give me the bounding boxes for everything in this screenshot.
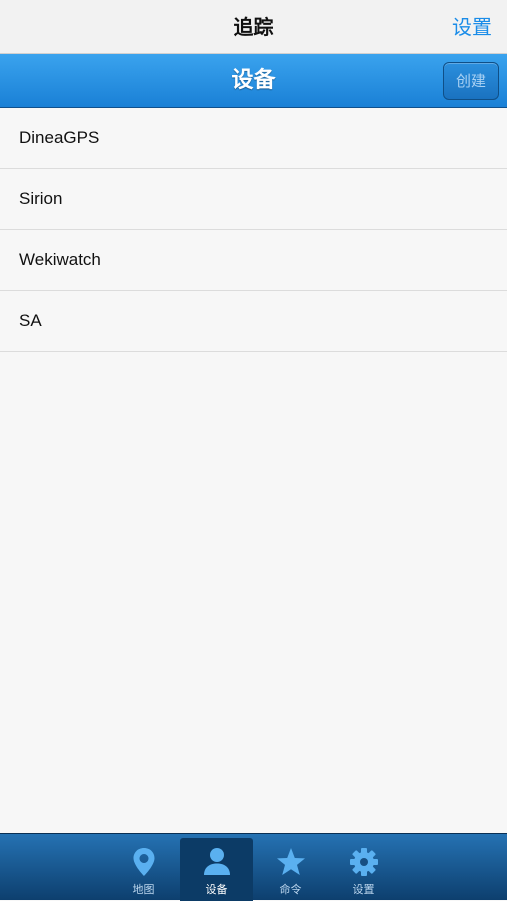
- device-list-item[interactable]: SA: [0, 291, 507, 352]
- tab-devices[interactable]: 设备: [180, 838, 253, 901]
- settings-link[interactable]: 设置: [452, 0, 492, 54]
- app-title: 追踪: [233, 15, 274, 39]
- gear-icon: [349, 848, 378, 876]
- device-list-item[interactable]: DineaGPS: [0, 108, 507, 169]
- page-title: 设备: [231, 68, 276, 93]
- tab-settings[interactable]: 设置: [327, 838, 400, 901]
- section-header: 设备 创建: [0, 54, 507, 108]
- tab-map[interactable]: 地图: [107, 838, 180, 901]
- tab-label: 设置: [352, 883, 375, 896]
- map-pin-icon: [133, 848, 154, 876]
- tab-label: 地图: [132, 883, 155, 896]
- device-list-item[interactable]: Sirion: [0, 169, 507, 230]
- device-list: DineaGPS Sirion Wekiwatch SA: [0, 108, 507, 352]
- tab-label: 设备: [205, 883, 228, 896]
- person-icon: [203, 848, 230, 875]
- tab-bar: 地图 设备 命令 设置: [0, 833, 507, 901]
- create-button[interactable]: 创建: [443, 62, 499, 100]
- tab-commands[interactable]: 命令: [254, 838, 327, 901]
- device-list-item[interactable]: Wekiwatch: [0, 230, 507, 291]
- tab-label: 命令: [279, 883, 302, 896]
- star-icon: [276, 848, 305, 875]
- top-nav-bar: 追踪 设置: [0, 0, 507, 54]
